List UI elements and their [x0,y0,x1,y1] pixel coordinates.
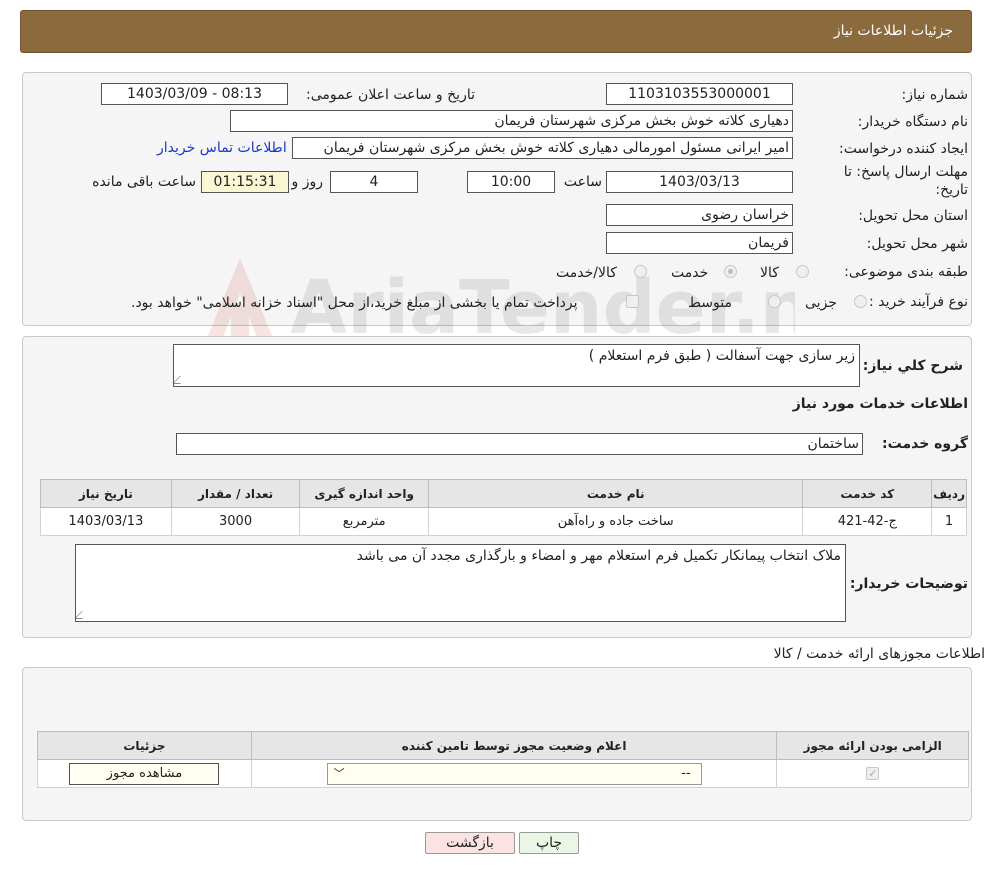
deadline-label: مهلت ارسال پاسخ: تا [843,164,968,180]
summary-label: شرح کلي نياز: [862,358,963,374]
services-heading: اطلاعات خدمات مورد نياز [792,396,968,412]
col-quantity: تعداد / مقدار [170,479,301,508]
cell-license-details: مشاهده مجوز [37,759,252,788]
col-license-status: اعلام وضعیت مجوز توسط تامین کننده [250,731,778,760]
deadline-time-field: 10:00 [467,171,555,193]
category-label: طبقه بندی موضوعی: [844,264,968,280]
buyer-org-label: نام دستگاه خریدار: [857,114,968,130]
chevron-down-icon: ﹀ [333,766,345,780]
summary-textarea[interactable]: زیر سازی جهت آسفالت ( طبق فرم استعلام ) [173,344,860,387]
category-radio-service[interactable] [724,265,737,278]
process-option-minor: جزیی [805,295,837,311]
buyer-notes-textarea[interactable]: ملاک انتخاب پیمانکار تکمیل فرم استعلام م… [75,544,846,622]
province-label: استان محل تحویل: [858,208,968,224]
print-button[interactable]: چاپ [519,832,579,854]
category-radio-goods[interactable] [796,265,809,278]
license-required-checkbox[interactable]: ✓ [866,767,880,780]
resize-handle-icon[interactable] [174,376,188,384]
service-group-label: گروه خدمت: [882,436,968,452]
buyer-notes-label: توضیحات خریدار: [849,576,968,592]
col-need-date: تاریخ نیاز [40,479,172,508]
treasury-note: پرداخت تمام یا بخشی از مبلغ خرید،از محل … [131,295,578,311]
days-label: روز و [291,174,324,190]
category-option-service: خدمت [671,265,709,281]
treasury-checkbox[interactable] [626,295,639,308]
process-option-medium: متوسط [688,295,732,311]
deadline-date-field: 1403/03/13 [606,171,793,193]
province-field: خراسان رضوی [606,204,793,226]
services-table: رديف کد خدمت نام خدمت واحد اندازه گیری ت… [40,479,967,536]
service-group-field: ساختمان [176,433,863,455]
resize-handle-icon[interactable] [76,611,90,619]
col-unit: واحد اندازه گیری [299,479,429,508]
table-row: 1 ج-42-421 ساخت جاده و راه‌آهن مترمربع 3… [40,507,967,536]
process-radio-minor[interactable] [854,295,867,308]
page-title: جزئیات اطلاعات نیاز [833,23,953,39]
licenses-table-header: الزامی بودن ارائه مجوز اعلام وضعیت مجوز … [37,731,969,760]
col-license-required: الزامی بودن ارائه مجوز [776,731,969,760]
cell-license-status: -- ﹀ [250,759,778,788]
remaining-label: ساعت باقی مانده [92,174,196,190]
city-label: شهر محل تحویل: [866,236,968,252]
need-number-label: شماره نیاز: [901,87,969,103]
cell-row: 1 [931,507,967,536]
remaining-time-field: 01:15:31 [201,171,289,193]
back-button[interactable]: بازگشت [425,832,515,854]
cell-unit: مترمربع [299,507,429,536]
licenses-title: اطلاعات مجوزهای ارائه خدمت / کالا [773,646,985,662]
announce-label: تاریخ و ساعت اعلان عمومی: [306,87,475,103]
col-license-details: جزئیات [37,731,252,760]
cell-need-date: 1403/03/13 [40,507,172,536]
cell-service-code: ج-42-421 [802,507,933,536]
city-field: فریمان [606,232,793,254]
license-status-value: -- [681,765,691,781]
buyer-notes-text: ملاک انتخاب پیمانکار تکمیل فرم استعلام م… [356,548,841,564]
requester-field: امیر ایرانی مسئول امورمالی دهیاری کلاته … [292,137,793,159]
cell-license-required: ✓ [776,759,969,788]
category-radio-goods-service[interactable] [634,265,647,278]
col-row: رديف [931,479,967,508]
licenses-table: الزامی بودن ارائه مجوز اعلام وضعیت مجوز … [37,731,969,788]
requester-label: ایجاد کننده درخواست: [839,141,968,157]
days-field: 4 [330,171,418,193]
license-status-select[interactable]: -- ﹀ [326,762,702,785]
process-label: نوع فرآیند خرید : [869,294,968,310]
cell-quantity: 3000 [170,507,301,536]
contact-info-link[interactable]: اطلاعات تماس خریدار [157,140,287,156]
col-service-code: کد خدمت [802,479,933,508]
summary-text: زیر سازی جهت آسفالت ( طبق فرم استعلام ) [588,348,855,364]
table-row: ✓ -- ﹀ مشاهده مجوز [37,759,969,788]
services-table-header: رديف کد خدمت نام خدمت واحد اندازه گیری ت… [40,479,967,508]
cell-service-name: ساخت جاده و راه‌آهن [427,507,804,536]
deadline-label-date: تاریخ: [935,182,968,198]
category-option-goods: کالا [760,265,779,281]
need-number-field: 1103103553000001 [606,83,793,105]
view-license-button[interactable]: مشاهده مجوز [69,762,220,785]
category-option-goods-service: کالا/خدمت [556,265,617,281]
page-header: جزئیات اطلاعات نیاز [20,10,972,53]
process-radio-medium[interactable] [768,295,781,308]
col-service-name: نام خدمت [427,479,804,508]
buyer-org-field: دهیاری کلاته خوش بخش مرکزی شهرستان فریما… [230,110,793,132]
announce-datetime-field: 1403/03/09 - 08:13 [101,83,288,105]
deadline-time-label: ساعت [563,174,602,190]
